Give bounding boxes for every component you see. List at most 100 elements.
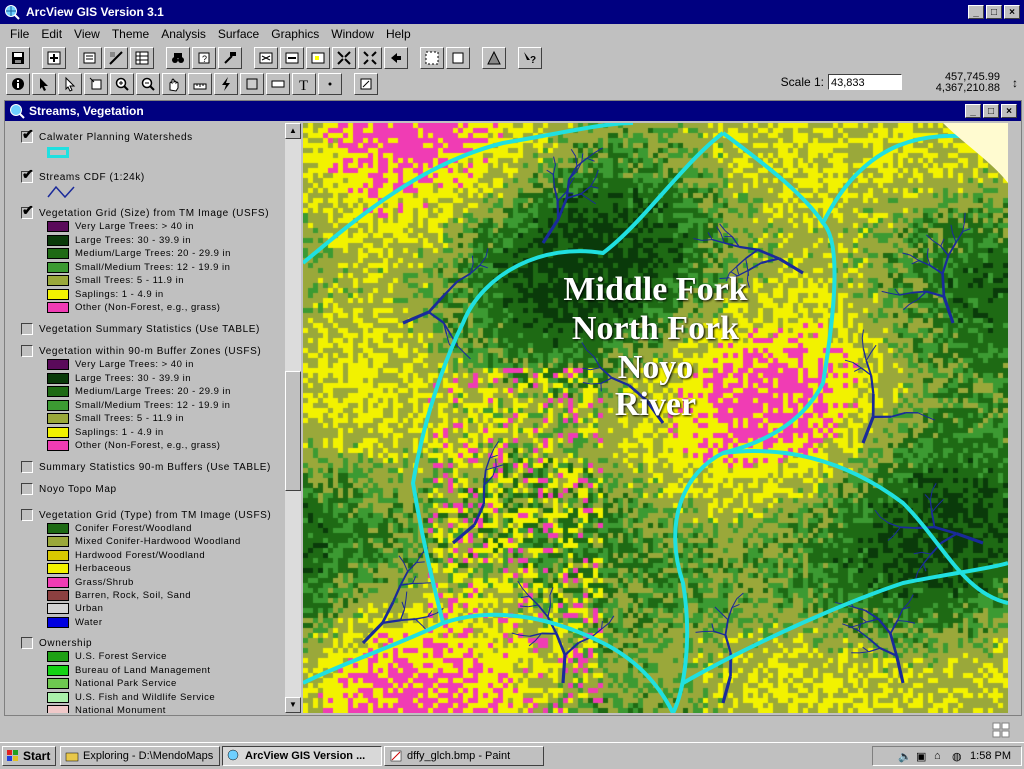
noyo-topo-checkbox[interactable]: [21, 483, 33, 495]
legend-item[interactable]: U.S. Fish and Wildlife Service: [47, 692, 215, 703]
open-table-button[interactable]: [130, 47, 154, 69]
menu-help[interactable]: Help: [380, 27, 417, 41]
veg-type-checkbox[interactable]: [21, 509, 33, 521]
summary-buffers-checkbox[interactable]: [21, 461, 33, 473]
zoom-in-tool[interactable]: [110, 73, 134, 95]
minimize-button[interactable]: _: [968, 5, 984, 19]
legend-item[interactable]: Water: [47, 617, 102, 628]
draw-point-tool[interactable]: [318, 73, 342, 95]
legend-item[interactable]: National Park Service: [47, 678, 177, 689]
legend-item[interactable]: Other (Non-Forest, e.g., grass): [47, 440, 220, 451]
area-of-interest-tool[interactable]: [240, 73, 264, 95]
map-display[interactable]: Middle Fork North Fork Noyo River: [303, 123, 1008, 713]
select-feature-tool[interactable]: [84, 73, 108, 95]
app-title-bar[interactable]: ArcView GIS Version 3.1 _ □ ×: [0, 0, 1024, 24]
close-button[interactable]: ×: [1004, 5, 1020, 19]
legend-item[interactable]: Very Large Trees: > 40 in: [47, 359, 194, 370]
legend-item[interactable]: Medium/Large Trees: 20 - 29.9 in: [47, 386, 231, 397]
view-title-bar[interactable]: Streams, Vegetation _ □ ×: [5, 101, 1021, 121]
legend-item[interactable]: Barren, Rock, Soil, Sand: [47, 590, 191, 601]
text-tool[interactable]: T: [292, 73, 316, 95]
legend-item[interactable]: Small Trees: 5 - 11.9 in: [47, 275, 184, 286]
view-minimize-button[interactable]: _: [965, 104, 981, 118]
zoom-previous-button[interactable]: [384, 47, 408, 69]
veg-size-checkbox[interactable]: [21, 207, 33, 219]
menu-file[interactable]: File: [4, 27, 35, 41]
legend-item[interactable]: Herbaceous: [47, 563, 131, 574]
measure-tool[interactable]: [188, 73, 212, 95]
view-maximize-button[interactable]: □: [983, 104, 999, 118]
theme-veg-buffer[interactable]: Vegetation within 90-m Buffer Zones (USF…: [21, 345, 261, 357]
legend-item[interactable]: Medium/Large Trees: 20 - 29.9 in: [47, 248, 231, 259]
legend-item[interactable]: Saplings: 1 - 4.9 in: [47, 427, 164, 438]
layout-button[interactable]: [482, 47, 506, 69]
menu-analysis[interactable]: Analysis: [155, 27, 212, 41]
legend-item[interactable]: Large Trees: 30 - 39.9 in: [47, 373, 191, 384]
scheduler-icon[interactable]: ◍: [952, 750, 964, 762]
speaker-icon[interactable]: 🔈: [898, 750, 910, 762]
theme-ownership[interactable]: Ownership: [21, 637, 92, 649]
theme-noyo-topo[interactable]: Noyo Topo Map: [21, 483, 117, 495]
menu-window[interactable]: Window: [325, 27, 380, 41]
legend-item[interactable]: Saplings: 1 - 4.9 in: [47, 289, 164, 300]
maximize-button[interactable]: □: [986, 5, 1002, 19]
task-arcview[interactable]: ArcView GIS Version ...: [222, 746, 382, 766]
hot-link-tool[interactable]: [214, 73, 238, 95]
legend-item[interactable]: Mixed Conifer-Hardwood Woodland: [47, 536, 241, 547]
legend-item[interactable]: Conifer Forest/Woodland: [47, 523, 192, 534]
legend-item[interactable]: National Monument: [47, 705, 166, 713]
pan-tool[interactable]: [162, 73, 186, 95]
legend-item[interactable]: Other (Non-Forest, e.g., grass): [47, 302, 220, 313]
edit-legend-button[interactable]: [104, 47, 128, 69]
theme-properties-button[interactable]: [78, 47, 102, 69]
legend-item[interactable]: Small/Medium Trees: 12 - 19.9 in: [47, 262, 230, 273]
zoom-out-tool[interactable]: [136, 73, 160, 95]
label-tool[interactable]: [266, 73, 290, 95]
clear-selected-button[interactable]: [446, 47, 470, 69]
theme-veg-type[interactable]: Vegetation Grid (Type) from TM Image (US…: [21, 509, 271, 521]
identify-tool[interactable]: [6, 73, 30, 95]
start-button[interactable]: Start: [2, 746, 56, 766]
legend-item[interactable]: Grass/Shrub: [47, 577, 134, 588]
monitor-icon[interactable]: ▣: [916, 750, 928, 762]
scroll-down-button[interactable]: ▼: [285, 697, 301, 713]
map-scrollbar[interactable]: [1009, 123, 1021, 713]
menu-view[interactable]: View: [68, 27, 106, 41]
menu-graphics[interactable]: Graphics: [265, 27, 325, 41]
zoom-to-active-themes-button[interactable]: [280, 47, 304, 69]
add-theme-button[interactable]: [42, 47, 66, 69]
scroll-up-button[interactable]: ▲: [285, 123, 301, 139]
select-features-button[interactable]: [420, 47, 444, 69]
theme-summary-buffers[interactable]: Summary Statistics 90-m Buffers (Use TAB…: [21, 461, 271, 473]
pointer-tool[interactable]: [32, 73, 56, 95]
network-icon[interactable]: ⌂: [934, 750, 946, 762]
menu-edit[interactable]: Edit: [35, 27, 68, 41]
scroll-thumb[interactable]: [285, 371, 301, 491]
clock[interactable]: 1:58 PM: [970, 750, 1011, 762]
find-button[interactable]: [166, 47, 190, 69]
theme-veg-summary[interactable]: Vegetation Summary Statistics (Use TABLE…: [21, 323, 260, 335]
zoom-to-selected-button[interactable]: [306, 47, 330, 69]
calwater-checkbox[interactable]: [21, 131, 33, 143]
theme-veg-size[interactable]: Vegetation Grid (Size) from TM Image (US…: [21, 207, 269, 219]
legend-item[interactable]: Bureau of Land Management: [47, 665, 211, 676]
menu-surface[interactable]: Surface: [212, 27, 265, 41]
theme-calwater[interactable]: Calwater Planning Watersheds: [21, 131, 193, 143]
legend-item[interactable]: U.S. Forest Service: [47, 651, 167, 662]
zoom-to-full-extent-button[interactable]: [254, 47, 278, 69]
scale-input[interactable]: 43,833: [828, 74, 902, 90]
legend-item[interactable]: Urban: [47, 603, 103, 614]
vertex-edit-tool[interactable]: [58, 73, 82, 95]
view-close-button[interactable]: ×: [1001, 104, 1017, 118]
task-paint[interactable]: dffy_glch.bmp - Paint: [384, 746, 544, 766]
theme-streams[interactable]: Streams CDF (1:24k): [21, 171, 145, 183]
veg-buffer-checkbox[interactable]: [21, 345, 33, 357]
legend-item[interactable]: Large Trees: 30 - 39.9 in: [47, 235, 191, 246]
legend-item[interactable]: Small Trees: 5 - 11.9 in: [47, 413, 184, 424]
ownership-checkbox[interactable]: [21, 637, 33, 649]
save-project-button[interactable]: [6, 47, 30, 69]
legend-item[interactable]: Very Large Trees: > 40 in: [47, 221, 194, 232]
zoom-out-button[interactable]: [358, 47, 382, 69]
streams-checkbox[interactable]: [21, 171, 33, 183]
legend-item[interactable]: Hardwood Forest/Woodland: [47, 550, 205, 561]
